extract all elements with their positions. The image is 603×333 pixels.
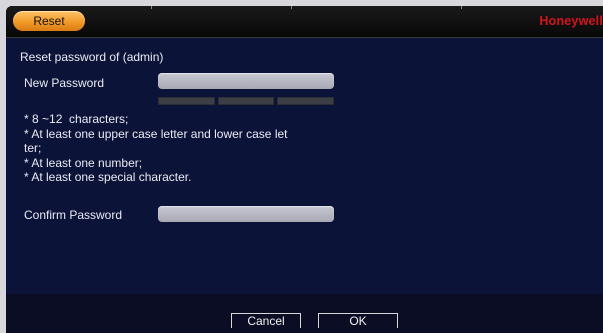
title-divider — [291, 6, 292, 9]
dialog-content: Reset password of (admin) New Password *… — [6, 38, 603, 294]
rule-line: * At least one upper case letter and low… — [24, 126, 288, 141]
button-bar: Cancel OK — [6, 294, 603, 333]
strength-segment — [217, 97, 275, 105]
confirm-password-label: Confirm Password — [24, 208, 123, 222]
ok-button[interactable]: OK — [318, 313, 398, 328]
honeywell-logo: Honeywell — [539, 14, 603, 28]
rule-line: ter; — [24, 141, 42, 155]
cancel-button[interactable]: Cancel — [231, 313, 301, 328]
strength-segment — [158, 97, 215, 105]
title-bar: Reset Honeywell — [6, 6, 603, 38]
reset-password-dialog: Reset Honeywell Reset password of (admin… — [6, 6, 603, 333]
password-rules: * 8 ~12 characters; * At least one upper… — [24, 112, 344, 185]
confirm-password-field[interactable] — [158, 206, 334, 222]
strength-segment — [277, 97, 335, 105]
title-divider — [151, 6, 152, 9]
reset-tab[interactable]: Reset — [13, 11, 85, 31]
new-password-label: New Password — [24, 76, 105, 90]
title-divider — [461, 6, 462, 9]
rule-line: * At least one special character. — [24, 170, 192, 184]
password-strength-meter — [158, 97, 335, 105]
rule-line: * 8 ~12 characters; — [24, 112, 129, 126]
dialog-heading: Reset password of (admin) — [20, 50, 164, 64]
new-password-field[interactable] — [158, 73, 334, 89]
rule-line: * At least one number; — [24, 155, 143, 170]
